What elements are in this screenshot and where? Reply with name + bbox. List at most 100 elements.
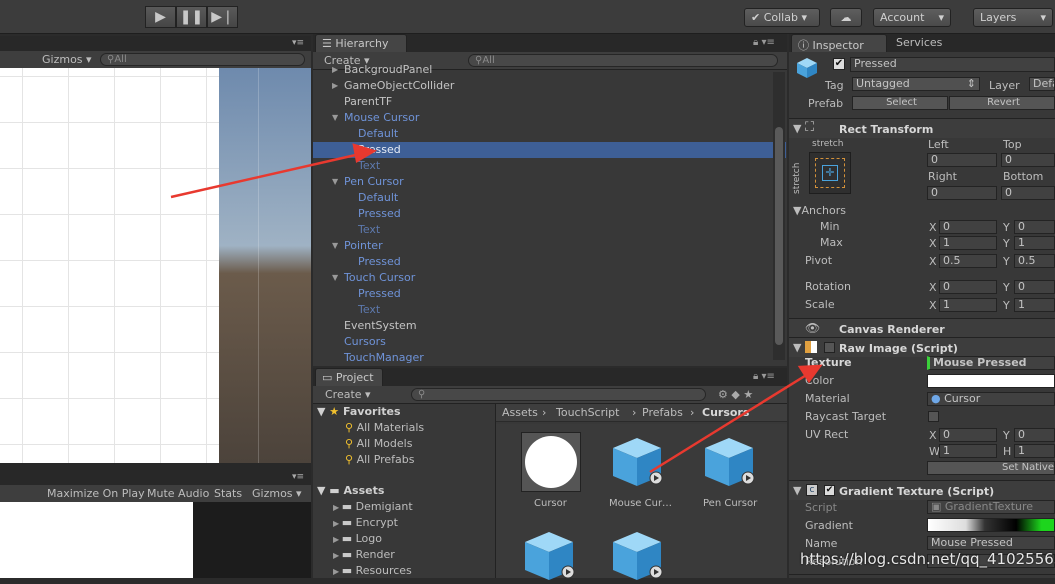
prefab-cube-icon[interactable] [701, 434, 757, 490]
texture-field[interactable]: Mouse Pressed [927, 356, 1055, 370]
pivot-y-field[interactable]: 0.5 [1014, 254, 1055, 268]
assets-folder[interactable]: ▶ ▬ Render [333, 548, 395, 561]
assets-folder[interactable]: ▶ ▬ Resources [333, 564, 412, 577]
collapse-arrow-icon[interactable]: ▶ [333, 503, 342, 512]
enabled-checkbox[interactable] [824, 342, 835, 353]
left-field[interactable]: 0 [927, 153, 997, 167]
anchors-foldout[interactable]: ▼Anchors [793, 204, 846, 217]
name-field[interactable]: Pressed [850, 57, 1055, 72]
collapse-arrow-icon[interactable]: ▶ [332, 62, 338, 78]
canvas-renderer-header[interactable]: 👁︎ Canvas Renderer [789, 318, 1055, 338]
favorites-header[interactable]: ▼ ★ Favorites [317, 405, 401, 418]
rect-transform-header[interactable]: ▼ ⛶ Rect Transform [789, 118, 1055, 138]
maximize-on-play-toggle[interactable]: Maximize On Play [47, 487, 145, 500]
play-button[interactable]: ▶ [145, 6, 176, 28]
prefab-cube-icon[interactable] [609, 434, 665, 490]
scrollbar-thumb[interactable] [775, 127, 783, 345]
assets-folder[interactable]: ▶ ▬ Encrypt [333, 516, 398, 529]
hierarchy-row[interactable]: Default [313, 190, 786, 206]
layers-dropdown[interactable]: Layers ▾ [973, 8, 1053, 27]
gradient-name-field[interactable]: Mouse Pressed [927, 536, 1055, 550]
right-field[interactable]: 0 [927, 186, 997, 200]
tab-project[interactable]: ▭ Project [315, 368, 383, 386]
lock-icon[interactable]: 🔒︎ ▾≡ [753, 371, 775, 382]
collapse-arrow-icon[interactable]: ▶ [333, 535, 342, 544]
project-search-input[interactable]: ⚲ [411, 388, 706, 401]
account-dropdown[interactable]: Account ▾ [873, 8, 951, 27]
prefab-cube-icon[interactable] [521, 528, 577, 584]
collab-button[interactable]: ✔ Collab ▾ [744, 8, 820, 27]
pause-button[interactable]: ❚❚ [176, 6, 207, 28]
asset-tile-cursor[interactable] [521, 432, 581, 492]
game-viewport[interactable] [0, 502, 193, 578]
tag-dropdown[interactable]: Untagged ⇕ [852, 77, 980, 91]
collapse-arrow-icon[interactable]: ▶ [333, 551, 342, 560]
anchor-max-x-field[interactable]: 1 [939, 236, 997, 250]
project-create-dropdown[interactable]: Create ▾ [325, 388, 371, 401]
expand-arrow-icon[interactable]: ▼ [332, 270, 338, 286]
prefab-revert-button[interactable]: Revert [949, 96, 1055, 110]
breadcrumb-3[interactable]: Cursors [702, 406, 749, 419]
tab-services[interactable]: Services [896, 36, 942, 49]
hierarchy-row[interactable]: TouchManager [313, 350, 786, 366]
expand-arrow-icon[interactable]: ▼ [332, 174, 338, 190]
hierarchy-row[interactable]: ▶ GameObjectCollider [313, 78, 786, 94]
favorites-item[interactable]: ⚲ All Models [345, 437, 412, 450]
hierarchy-row[interactable]: ParentTF [313, 94, 786, 110]
assets-header[interactable]: ▼ ▬ Assets [317, 484, 384, 497]
expand-arrow-icon[interactable]: ▼ [332, 110, 338, 126]
hierarchy-row[interactable]: Default [313, 126, 786, 142]
gradient-texture-header[interactable]: ▼ c ✔ Gradient Texture (Script) [789, 480, 1055, 500]
cloud-button[interactable]: ☁ [830, 8, 862, 27]
hierarchy-row[interactable]: ▼ Touch Cursor [313, 270, 786, 286]
pivot-x-field[interactable]: 0.5 [939, 254, 997, 268]
raycast-target-checkbox[interactable] [928, 411, 939, 422]
uv-h-field[interactable]: 1 [1014, 444, 1055, 458]
breadcrumb-1[interactable]: TouchScript [556, 406, 619, 419]
top-field[interactable]: 0 [1001, 153, 1055, 167]
uv-x-field[interactable]: 0 [939, 428, 997, 442]
hierarchy-scrollbar[interactable] [773, 72, 785, 360]
gizmos-dropdown[interactable]: Gizmos ▾ [42, 53, 92, 66]
assets-folder[interactable]: ▶ ▬ Logo [333, 532, 382, 545]
hierarchy-row[interactable]: ▼ Pointer [313, 238, 786, 254]
enabled-checkbox[interactable]: ✔ [824, 485, 835, 496]
hierarchy-row[interactable]: Pressed [313, 142, 786, 158]
set-native-size-button[interactable]: Set Native [927, 461, 1055, 475]
filter-icon[interactable]: ⚙ ◆ ★ [718, 388, 753, 401]
anchor-presets-button[interactable]: ✛ [809, 152, 851, 194]
bottom-field[interactable]: 0 [1001, 186, 1055, 200]
hierarchy-row[interactable]: Text [313, 158, 786, 174]
tab-hierarchy[interactable]: ☰ Hierarchy [315, 34, 407, 52]
game-gizmos-dropdown[interactable]: Gizmos ▾ [252, 487, 302, 500]
prefab-select-button[interactable]: Select [852, 96, 948, 110]
anchor-min-x-field[interactable]: 0 [939, 220, 997, 234]
hierarchy-row[interactable]: Text [313, 222, 786, 238]
gradient-field[interactable] [927, 518, 1055, 532]
prefab-cube-icon[interactable] [609, 528, 665, 584]
hierarchy-row[interactable]: Text [313, 302, 786, 318]
favorites-item[interactable]: ⚲ All Prefabs [345, 453, 415, 466]
step-button[interactable]: ▶❘ [207, 6, 238, 28]
active-checkbox[interactable]: ✔ [833, 58, 845, 70]
color-swatch[interactable] [927, 374, 1055, 388]
collapse-arrow-icon[interactable]: ▶ [333, 567, 342, 576]
uv-y-field[interactable]: 0 [1014, 428, 1055, 442]
favorites-item[interactable]: ⚲ All Materials [345, 421, 424, 434]
collapse-arrow-icon[interactable]: ▶ [333, 519, 342, 528]
rotation-y-field[interactable]: 0 [1014, 280, 1055, 294]
breadcrumb-2[interactable]: Prefabs [642, 406, 683, 419]
material-field[interactable]: ● Cursor [927, 392, 1055, 406]
hierarchy-row[interactable]: ▼ Mouse Cursor [313, 110, 786, 126]
anchor-min-y-field[interactable]: 0 [1014, 220, 1055, 234]
raw-image-header[interactable]: ▼ Raw Image (Script) [789, 337, 1055, 357]
rotation-x-field[interactable]: 0 [939, 280, 997, 294]
uv-w-field[interactable]: 1 [939, 444, 997, 458]
expand-arrow-icon[interactable]: ▼ [332, 238, 338, 254]
breadcrumb-0[interactable]: Assets [502, 406, 538, 419]
panel-menu-icon[interactable]: ▾≡ [292, 38, 304, 48]
hierarchy-row[interactable]: Pressed [313, 206, 786, 222]
hierarchy-row[interactable]: Pressed [313, 254, 786, 270]
scale-x-field[interactable]: 1 [939, 298, 997, 312]
hierarchy-row[interactable]: ▼ Pen Cursor [313, 174, 786, 190]
